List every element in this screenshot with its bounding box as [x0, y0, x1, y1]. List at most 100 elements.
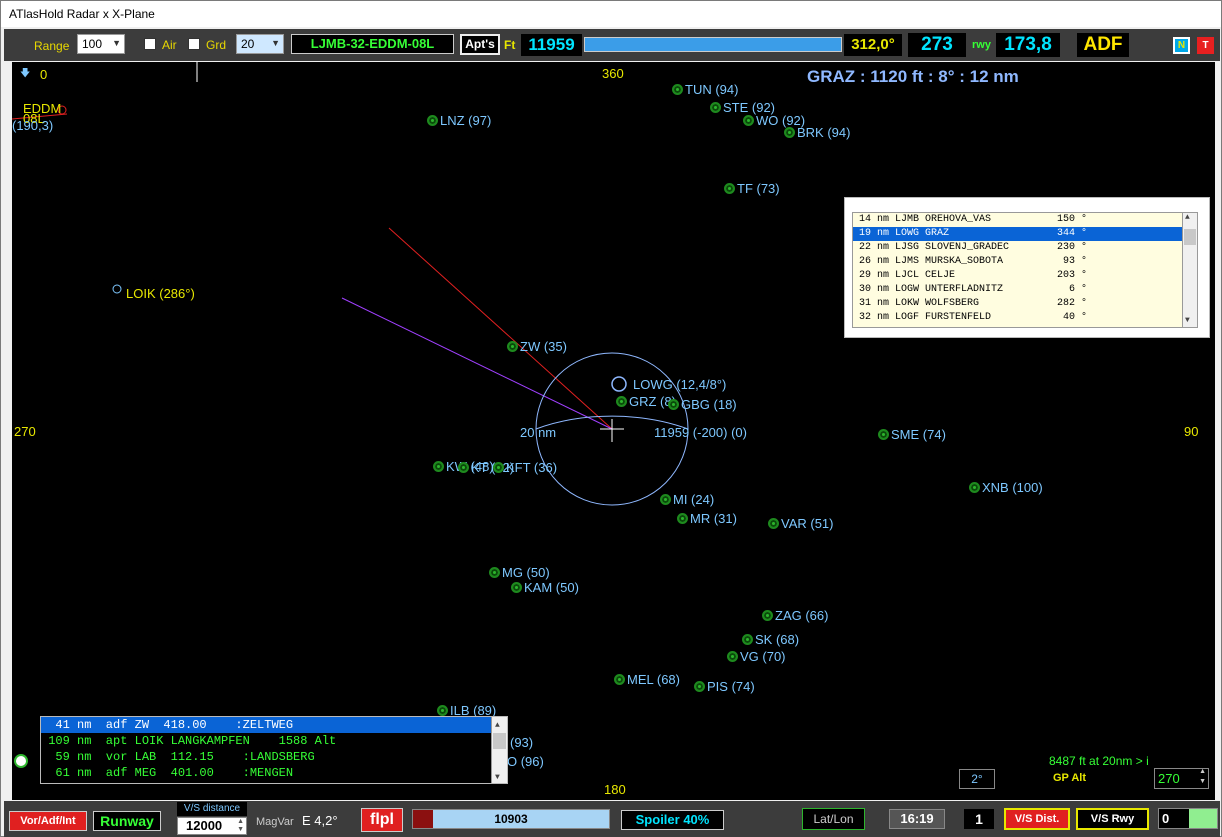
grd-checkbox[interactable]	[188, 38, 200, 50]
vor-adf-int-button[interactable]: Vor/Adf/Int	[9, 811, 87, 831]
gp-alt-input[interactable]: 270 ▲ ▼	[1154, 768, 1209, 789]
radar-display[interactable]: 🡇 0 360 90 180 270 GRAZ : 1120 ft : 8° :…	[12, 62, 1215, 800]
loik-label[interactable]: LOIK (286°)	[126, 286, 195, 301]
navaid-marker[interactable]: KAM (50)	[511, 580, 579, 595]
navaid-label: SME (74)	[891, 427, 946, 442]
destination-info: GRAZ : 1120 ft : 8° : 12 nm	[807, 67, 1019, 86]
magvar-value: E 4,2°	[302, 813, 338, 828]
compass-south: 180	[604, 782, 626, 797]
counter-display: 1	[964, 809, 994, 829]
course-display: 273	[908, 33, 966, 57]
navaid-icon	[784, 127, 795, 138]
navaid-icon	[427, 115, 438, 126]
scrollbar-thumb[interactable]	[493, 733, 506, 749]
navaid-marker[interactable]: VAR (51)	[768, 516, 834, 531]
adf-button[interactable]: ADF	[1077, 33, 1129, 57]
navaid-marker[interactable]: MR (31)	[677, 511, 737, 526]
navaid-marker[interactable]: LNZ (97)	[427, 113, 491, 128]
navaid-list-item[interactable]: 109 nm apt LOIK LANGKAMPFEN 1588 Alt	[41, 733, 507, 749]
flight-plan-button[interactable]: flpl	[361, 808, 403, 832]
range-select[interactable]: 100 ▼	[77, 34, 125, 54]
navaid-icon	[743, 115, 754, 126]
chevron-up-icon[interactable]: ▲	[1185, 213, 1190, 222]
air-checkbox[interactable]	[144, 38, 156, 50]
route-display[interactable]: LJMB-32-EDDM-08L	[291, 34, 454, 54]
altitude-display: 11959	[521, 34, 582, 56]
navaid-list-item[interactable]: 59 nm vor LAB 112.15 :LANDSBERG	[41, 749, 507, 765]
navaid-icon	[511, 582, 522, 593]
airport-list-scrollbar[interactable]: ▲ ▼	[1182, 212, 1198, 328]
chevron-up-icon[interactable]: ▲	[495, 718, 500, 734]
airport-list-item[interactable]: 30 nm LOGW UNTERFLADNITZ 6 °	[853, 283, 1182, 297]
navaid-marker[interactable]: TUN (94)	[672, 82, 738, 97]
runway-button[interactable]: Runway	[93, 811, 161, 831]
airport-list-item[interactable]: 14 nm LJMB OREHOVA_VAS 150 °	[853, 213, 1182, 227]
navaid-list-scrollbar[interactable]: ▲ ▼	[491, 717, 507, 783]
n-button[interactable]: N	[1173, 37, 1190, 54]
navaid-marker[interactable]: TF (73)	[724, 181, 780, 196]
app-window: ATlasHold Radar x X-Plane Range 100 ▼ Ai…	[0, 0, 1222, 837]
vs-distance-input[interactable]: 12000 ▲ ▼	[177, 817, 247, 835]
chevron-down-icon[interactable]: ▼	[1185, 316, 1190, 325]
navaid-icon	[668, 399, 679, 410]
navaid-icon	[762, 610, 773, 621]
vs-dist-button[interactable]: V/S Dist.	[1004, 808, 1070, 830]
radar-graphics	[12, 62, 689, 506]
navaid-marker[interactable]: XNB (100)	[969, 480, 1043, 495]
navaid-marker[interactable]: SME (74)	[878, 427, 946, 442]
latlon-button[interactable]: Lat/Lon	[802, 808, 865, 830]
navaid-marker[interactable]: ZW (35)	[507, 339, 567, 354]
navaid-marker[interactable]: KFT (36)	[493, 460, 557, 475]
navaid-list-item[interactable]: 41 nm adf ZW 418.00 :ZELTWEG	[41, 717, 491, 733]
chevron-down-icon: ▼	[112, 38, 121, 48]
compass-north: 360	[602, 66, 624, 81]
airport-list-item[interactable]: 22 nm LJSG SLOVENJ_GRADEC 230 °	[853, 241, 1182, 255]
navaid-list-item[interactable]: 61 nm adf MEG 401.00 :MENGEN	[41, 765, 507, 781]
airport-list-item[interactable]: 19 nm LOWG GRAZ 344 °	[853, 227, 1182, 241]
airport-list-item[interactable]: 26 nm LJMS MURSKA_SOBOTA 93 °	[853, 255, 1182, 269]
status-indicator[interactable]	[14, 754, 28, 768]
spinner-icon[interactable]: ▲ ▼	[1199, 767, 1206, 787]
heading-line	[388, 227, 613, 430]
spoiler-button[interactable]: Spoiler 40%	[621, 810, 724, 830]
navaid-label: PIS (74)	[707, 679, 755, 694]
navaid-marker[interactable]: GRZ (8)	[616, 394, 676, 409]
arrow-down-icon[interactable]: 🡇	[20, 66, 30, 83]
navaid-marker[interactable]: BRK (94)	[784, 125, 850, 140]
navaid-marker[interactable]: MG (50)	[489, 565, 550, 580]
magvar-label: MagVar	[256, 816, 294, 828]
t-button[interactable]: T	[1197, 37, 1214, 54]
spinner-icon[interactable]: ▲ ▼	[237, 818, 244, 834]
navaid-label: ZW (35)	[520, 339, 567, 354]
end-input[interactable]: 0	[1158, 808, 1218, 829]
airport-list-item[interactable]: 31 nm LOKW WOLFSBERG 282 °	[853, 297, 1182, 311]
scrollbar-thumb[interactable]	[1184, 229, 1196, 245]
navaid-marker[interactable]: MI (24)	[660, 492, 714, 507]
course-line	[341, 297, 613, 430]
window-title: ATlasHold Radar x X-Plane	[9, 7, 155, 21]
navaid-marker[interactable]: PIS (74)	[694, 679, 755, 694]
navaid-marker[interactable]: GBG (18)	[668, 397, 737, 412]
airport-list-item[interactable]: 29 nm LJCL CELJE 203 °	[853, 269, 1182, 283]
airport-list[interactable]: 14 nm LJMB OREHOVA_VAS 150 ° 19 nm LOWG …	[852, 212, 1183, 328]
vs-rwy-button[interactable]: V/S Rwy	[1076, 808, 1149, 830]
altitude-bar	[584, 37, 842, 52]
navaid-label: XNB (100)	[982, 480, 1043, 495]
airport-list-item[interactable]: 32 nm LOGF FURSTENFELD 40 °	[853, 311, 1182, 325]
top-left-value: 0	[40, 67, 48, 82]
navaid-marker[interactable]: VG (70)	[727, 649, 786, 664]
apts-button[interactable]: Apt's	[460, 34, 500, 55]
range-value: 100	[82, 37, 103, 51]
lowg-label[interactable]: LOWG (12,4/8°)	[633, 377, 726, 392]
degree-box[interactable]: 2°	[959, 769, 995, 789]
navaid-icon	[710, 102, 721, 113]
navaid-marker[interactable]: MEL (68)	[614, 672, 680, 687]
grd-select[interactable]: 20 ▼	[236, 34, 284, 54]
chevron-down-icon[interactable]: ▼	[495, 770, 500, 783]
navaid-marker[interactable]: ZAG (66)	[762, 608, 828, 623]
navaid-label: VAR (51)	[781, 516, 834, 531]
navaid-label: BRK (94)	[797, 125, 851, 140]
navaid-list[interactable]: 41 nm adf ZW 418.00 :ZELTWEG 109 nm apt …	[40, 716, 508, 784]
navaid-marker[interactable]: SK (68)	[742, 632, 799, 647]
navaid-label: LNZ (97)	[440, 113, 492, 128]
